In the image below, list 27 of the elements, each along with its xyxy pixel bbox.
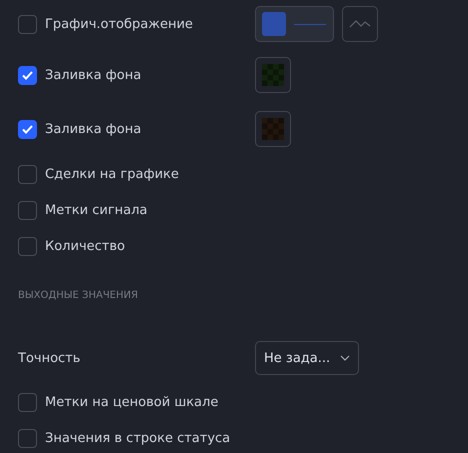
- option-label: Заливка фона: [45, 68, 142, 82]
- option-label: Графич.отображение: [45, 16, 193, 32]
- checkmark-icon: [22, 124, 33, 134]
- plot-type-button[interactable]: [342, 6, 378, 42]
- option-label: Метки на ценовой шкале: [45, 394, 218, 410]
- checkbox[interactable]: [18, 200, 37, 220]
- option-label: Заливка фона: [45, 122, 142, 136]
- section-heading: ВЫХОДНЫЕ ЗНАЧЕНИЯ: [18, 288, 139, 302]
- checkbox[interactable]: [18, 392, 37, 412]
- precision-dropdown[interactable]: Не зада...: [255, 341, 359, 375]
- checkmark-icon: [22, 70, 33, 80]
- option-label: Сделки на графике: [45, 166, 179, 182]
- fill-color-button[interactable]: [255, 111, 291, 147]
- checkbox[interactable]: [18, 66, 37, 84]
- checkbox[interactable]: [18, 14, 37, 34]
- option-label: Количество: [45, 238, 125, 254]
- option-label: Метки сигнала: [45, 202, 148, 218]
- checkbox[interactable]: [18, 428, 37, 448]
- chevron-down-icon: [340, 355, 350, 361]
- line-style-button[interactable]: [255, 6, 334, 42]
- checkbox[interactable]: [18, 164, 37, 184]
- precision-label: Точность: [18, 350, 80, 366]
- option-label: Значения в строке статуса: [45, 430, 230, 446]
- fill-color-button[interactable]: [255, 57, 291, 93]
- checkbox[interactable]: [18, 236, 37, 256]
- checkbox[interactable]: [18, 120, 37, 138]
- line-chart-icon: [349, 19, 371, 29]
